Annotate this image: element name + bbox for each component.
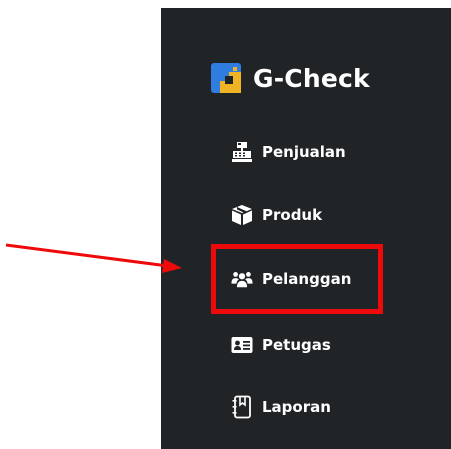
box-icon: [231, 204, 253, 226]
notebook-icon: [231, 395, 253, 419]
sidebar-item-label: Pelanggan: [262, 270, 352, 288]
g-check-logo-icon: [211, 63, 241, 93]
sidebar-item-petugas[interactable]: Petugas: [231, 332, 331, 358]
sidebar-item-produk[interactable]: Produk: [231, 202, 322, 228]
cash-register-icon: [231, 141, 253, 163]
users-icon: [231, 268, 253, 290]
sidebar: G-Check Penjualan Produk Pelanggan Petug…: [161, 8, 451, 449]
brand[interactable]: G-Check: [211, 60, 370, 96]
sidebar-item-label: Produk: [262, 206, 323, 224]
sidebar-item-laporan[interactable]: Laporan: [231, 394, 331, 420]
screenshot-canvas: G-Check Penjualan Produk Pelanggan Petug…: [0, 0, 451, 449]
sidebar-item-label: Laporan: [262, 398, 331, 416]
sidebar-item-label: Penjualan: [262, 143, 346, 161]
brand-title: G-Check: [253, 63, 370, 93]
sidebar-item-penjualan[interactable]: Penjualan: [231, 139, 346, 165]
id-card-icon: [231, 334, 253, 356]
sidebar-item-label: Petugas: [262, 336, 331, 354]
sidebar-item-pelanggan[interactable]: Pelanggan: [231, 266, 351, 292]
